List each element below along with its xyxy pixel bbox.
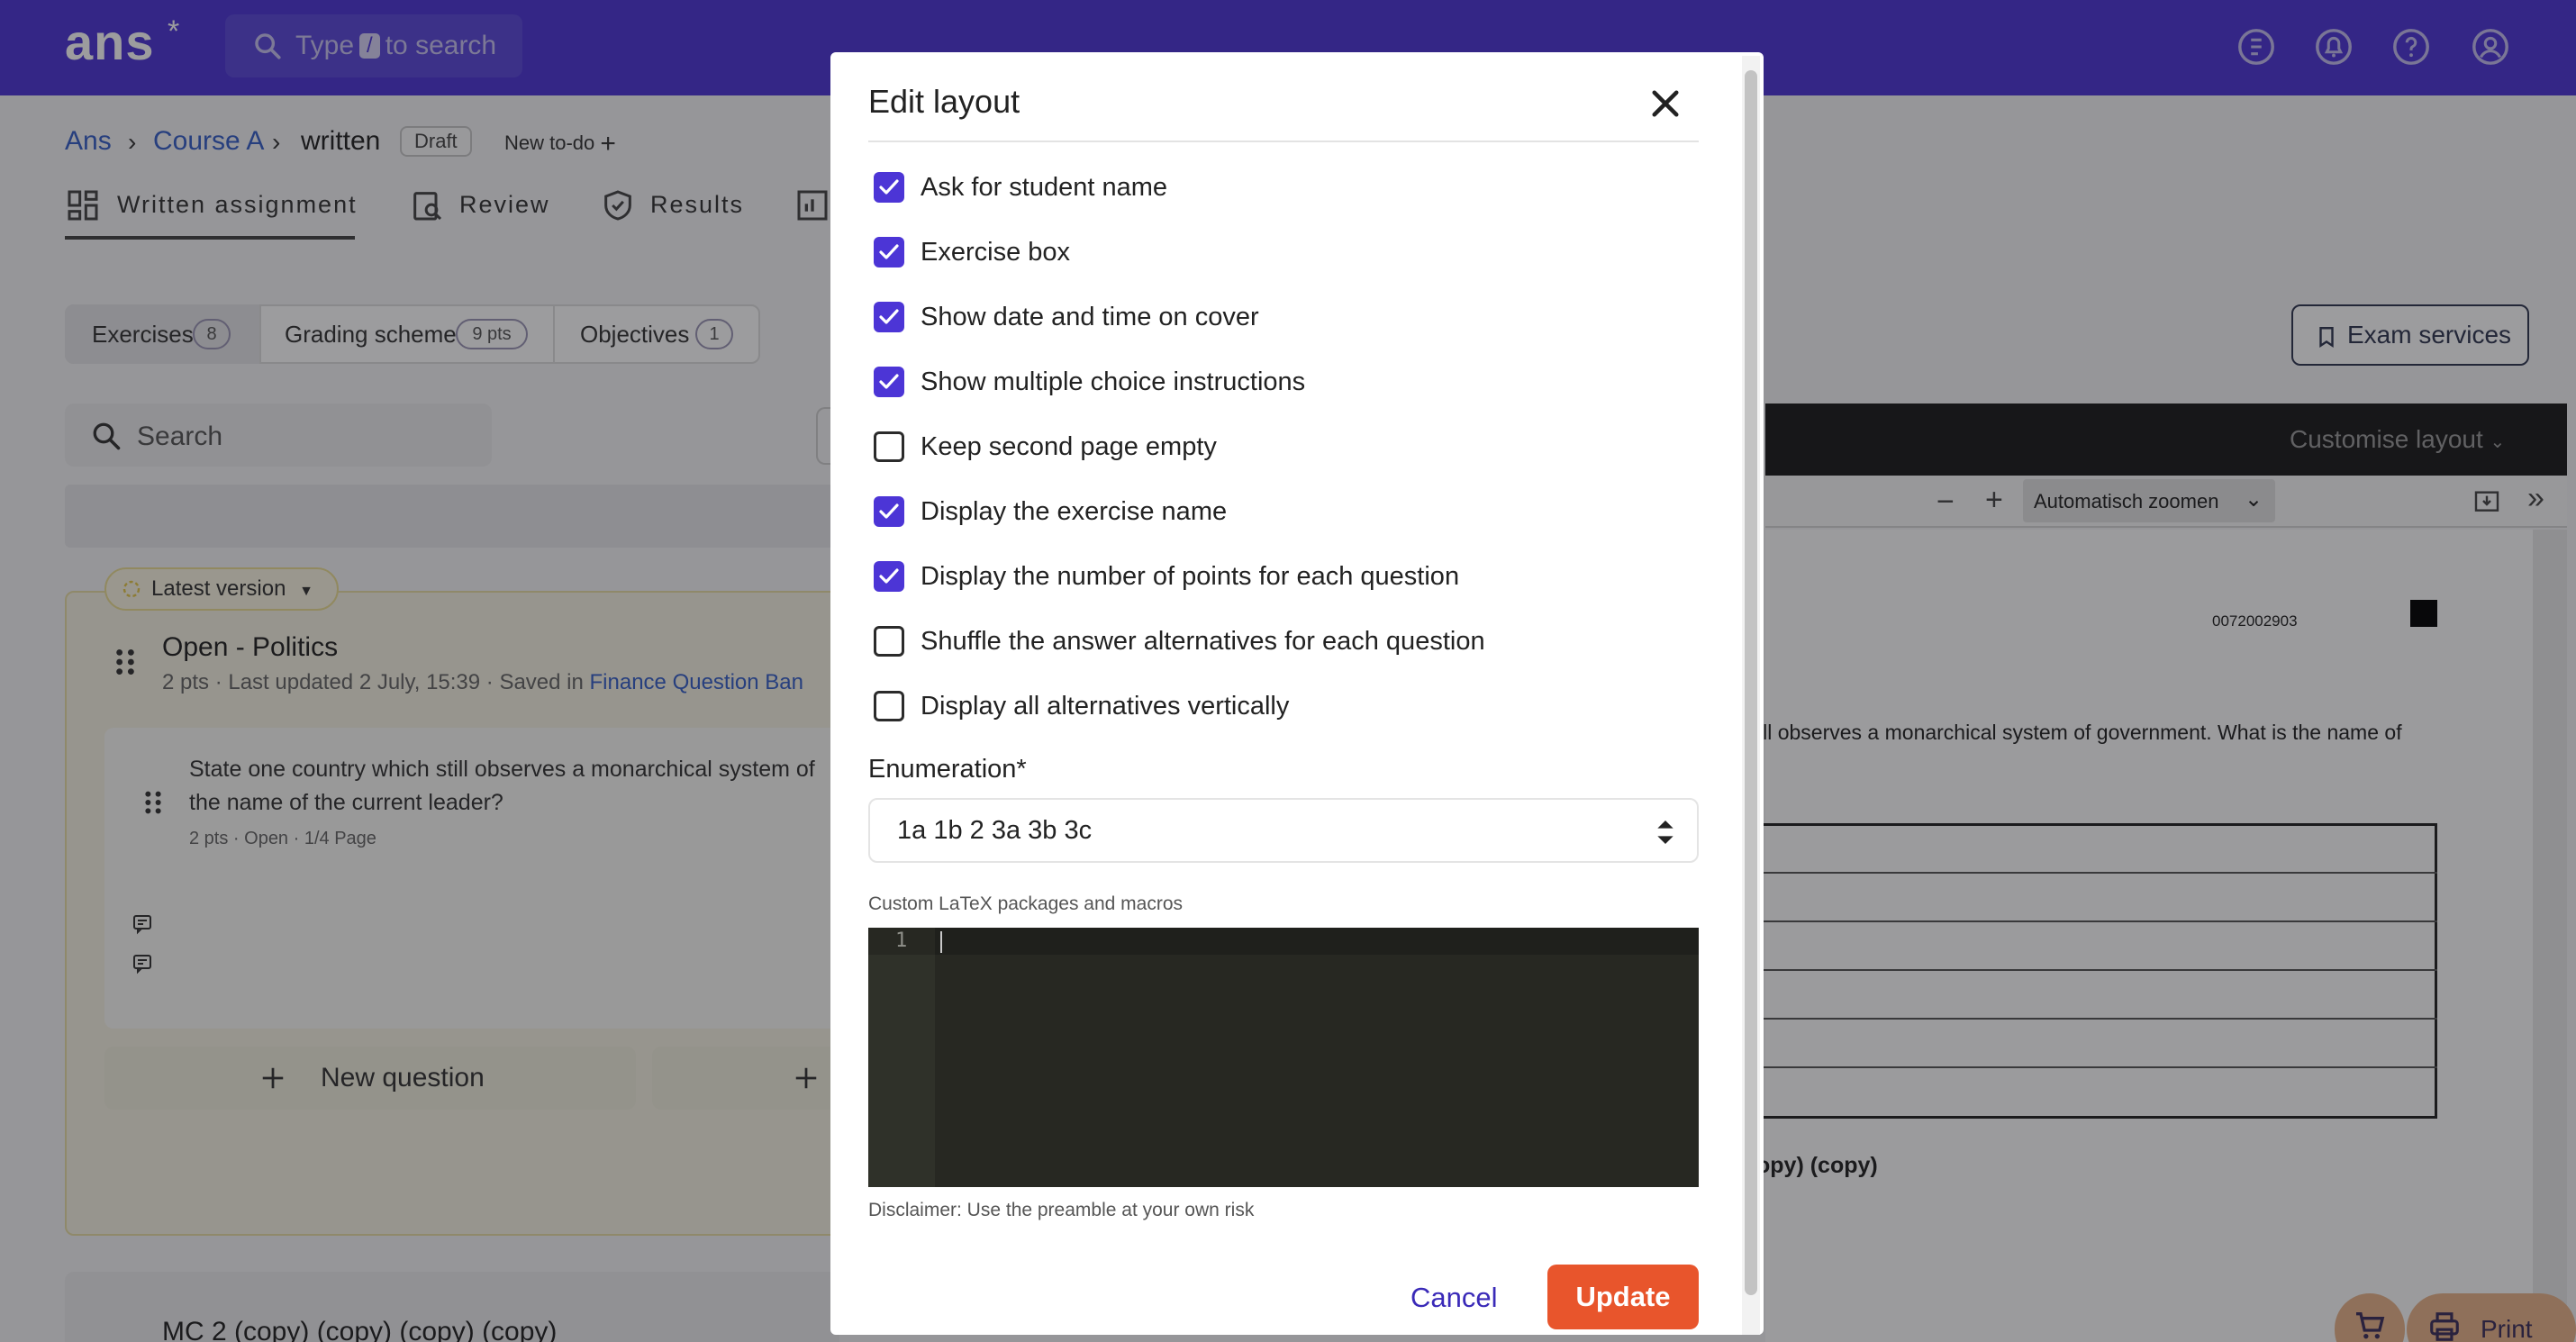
- editor-caret: [940, 931, 942, 953]
- latex-disclaimer: Disclaimer: Use the preamble at your own…: [868, 1200, 1255, 1220]
- layout-option-row[interactable]: Display the number of points for each qu…: [872, 558, 1683, 594]
- dialog-title: Edit layout: [868, 83, 1020, 120]
- check-icon: [879, 244, 899, 259]
- layout-option-row[interactable]: Exercise box: [872, 234, 1683, 270]
- option-checkbox[interactable]: [874, 561, 904, 592]
- check-icon: [879, 568, 899, 584]
- option-label: Display the exercise name: [921, 497, 1228, 526]
- option-checkbox[interactable]: [874, 691, 904, 721]
- option-checkbox[interactable]: [874, 626, 904, 657]
- select-arrows-icon: [1657, 821, 1673, 844]
- enumeration-select[interactable]: 1a 1b 2 3a 3b 3c: [868, 798, 1699, 863]
- option-checkbox[interactable]: [874, 367, 904, 397]
- dialog-divider: [868, 141, 1699, 142]
- layout-option-row[interactable]: Shuffle the answer alternatives for each…: [872, 623, 1683, 659]
- layout-option-row[interactable]: Keep second page empty: [872, 429, 1683, 465]
- layout-option-row[interactable]: Display the exercise name: [872, 494, 1683, 530]
- close-icon[interactable]: [1646, 85, 1684, 122]
- option-checkbox[interactable]: [874, 302, 904, 332]
- option-label: Show date and time on cover: [921, 303, 1259, 331]
- latex-editor[interactable]: [868, 928, 1699, 1187]
- option-label: Show multiple choice instructions: [921, 367, 1306, 396]
- option-checkbox[interactable]: [874, 431, 904, 462]
- check-icon: [879, 179, 899, 195]
- option-checkbox[interactable]: [874, 172, 904, 203]
- option-label: Exercise box: [921, 238, 1071, 267]
- option-label: Display all alternatives vertically: [921, 692, 1290, 721]
- option-label: Keep second page empty: [921, 432, 1217, 461]
- editor-gutter: [868, 928, 935, 1187]
- option-label: Ask for student name: [921, 173, 1168, 202]
- check-icon: [879, 503, 899, 519]
- enumeration-label: Enumeration*: [868, 755, 1027, 784]
- latex-label: Custom LaTeX packages and macros: [868, 893, 1184, 914]
- update-button[interactable]: Update: [1547, 1265, 1699, 1329]
- option-label: Display the number of points for each qu…: [921, 562, 1460, 591]
- check-icon: [879, 309, 899, 324]
- layout-option-row[interactable]: Show date and time on cover: [872, 299, 1683, 335]
- cancel-button[interactable]: Cancel: [1410, 1266, 1498, 1329]
- editor-active-line: [868, 928, 1699, 955]
- option-label: Shuffle the answer alternatives for each…: [921, 627, 1485, 656]
- option-checkbox[interactable]: [874, 496, 904, 527]
- option-checkbox[interactable]: [874, 237, 904, 267]
- layout-option-row[interactable]: Ask for student name: [872, 169, 1683, 205]
- editor-line-number: 1: [895, 929, 908, 952]
- layout-option-row[interactable]: Show multiple choice instructions: [872, 364, 1683, 400]
- layout-option-row[interactable]: Display all alternatives vertically: [872, 688, 1683, 724]
- check-icon: [879, 374, 899, 389]
- dialog-scrollbar-thumb[interactable]: [1745, 70, 1757, 1295]
